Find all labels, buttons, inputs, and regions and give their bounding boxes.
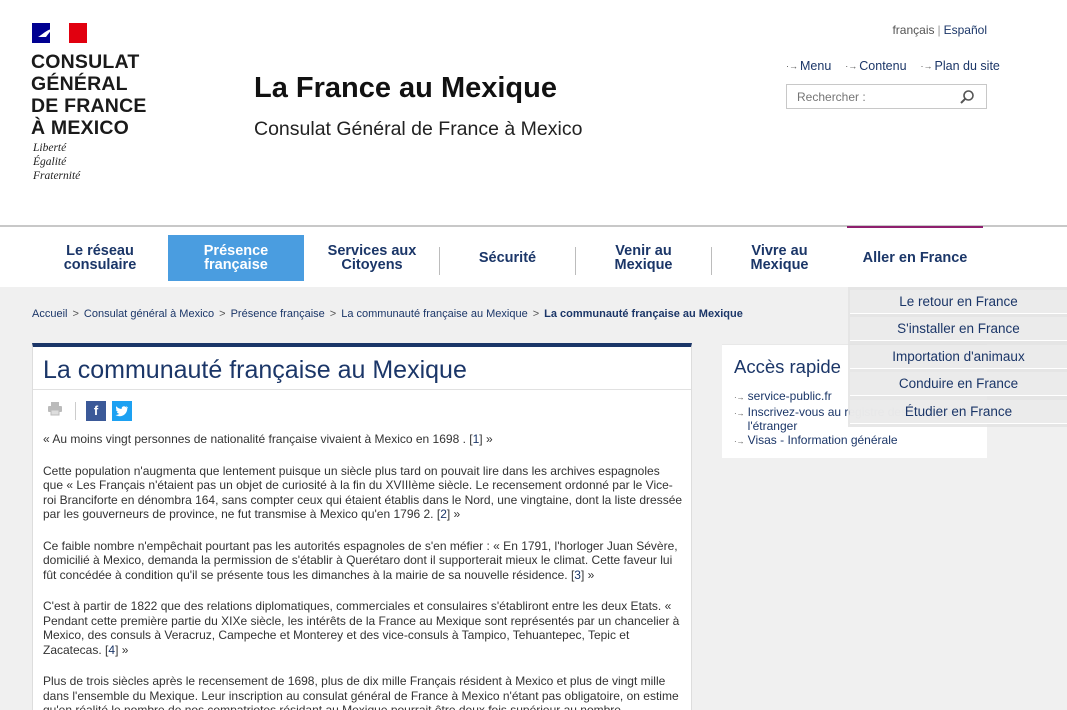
site-title[interactable]: La France au Mexique: [254, 72, 557, 105]
article-body: « Au moins vingt personnes de nationalit…: [43, 432, 683, 710]
breadcrumb: Accueil > Consulat général à Mexico > Prés…: [32, 308, 743, 320]
dropdown-item-etudier[interactable]: Étudier en France: [850, 400, 1067, 424]
paragraph: C'est à partir de 1822 que des relations…: [43, 599, 680, 657]
dropdown-item-installer[interactable]: S'installer en France: [850, 317, 1067, 341]
toolbar-separator: [75, 401, 76, 420]
paragraph: « Au moins vingt personnes de nationalit…: [43, 432, 493, 446]
arrow-icon: ·→: [920, 61, 933, 71]
site-header: CONSULAT GÉNÉRAL DE FRANCE À MEXICO Libe…: [0, 0, 1067, 225]
dropdown-item-animaux[interactable]: Importation d'animaux: [850, 345, 1067, 369]
quick-link-visas[interactable]: ·→ Visas - Information générale: [734, 433, 984, 449]
footnote-link[interactable]: 2: [440, 507, 447, 521]
site-subtitle: Consulat Général de France à Mexico: [254, 118, 583, 140]
marianne-icon: [38, 29, 52, 37]
org-name[interactable]: CONSULAT GÉNÉRAL DE FRANCE À MEXICO: [31, 51, 171, 139]
breadcrumb-current: La communauté française au Mexique: [544, 308, 743, 320]
print-icon: [48, 402, 62, 416]
main-nav: Le réseau consulaire Présence française Se…: [0, 225, 1067, 287]
lang-spanish[interactable]: Español: [944, 23, 987, 37]
arrow-icon: ·→: [845, 61, 858, 71]
search-icon: [960, 89, 974, 104]
access-link-menu[interactable]: ·→ Menu: [786, 59, 831, 73]
arrow-icon: ·→: [734, 437, 745, 446]
nav-item-securite[interactable]: Sécurité: [440, 235, 575, 281]
access-links: ·→ Menu ·→ Contenu ·→ Plan du site: [786, 59, 1000, 73]
title-divider: [33, 389, 691, 390]
nav-item-reseau-consulaire[interactable]: Le réseau consulaire: [32, 235, 168, 281]
search-input[interactable]: [787, 85, 952, 108]
nav-item-venir-mexique[interactable]: Venir au Mexique: [576, 235, 711, 281]
breadcrumb-link-home[interactable]: Accueil: [32, 308, 67, 320]
nav-item-aller-france[interactable]: Aller en France: [847, 226, 983, 288]
republic-motto: Liberté Égalité Fraternité: [33, 142, 81, 182]
arrow-icon: ·→: [734, 393, 745, 402]
lang-french[interactable]: français: [892, 23, 934, 37]
nav-item-presence-francaise[interactable]: Présence française: [168, 235, 304, 281]
page-title: La communauté française au Mexique: [43, 356, 467, 384]
quick-access-title: Accès rapide: [734, 356, 841, 377]
print-button[interactable]: [47, 400, 63, 421]
nav-item-vivre-mexique[interactable]: Vivre au Mexique: [712, 235, 847, 281]
share-toolbar: f: [47, 400, 132, 421]
dropdown-item-retour[interactable]: Le retour en France: [850, 290, 1067, 314]
paragraph: Plus de trois siècles après le recenseme…: [43, 674, 679, 710]
access-link-sitemap[interactable]: ·→ Plan du site: [921, 59, 1000, 73]
nav-item-services-citoyens[interactable]: Services aux Citoyens: [304, 235, 440, 281]
search-button[interactable]: [952, 85, 982, 108]
access-link-content[interactable]: ·→ Contenu: [845, 59, 906, 73]
paragraph: Ce faible nombre n'empêchait pourtant pa…: [43, 538, 678, 582]
language-switcher: français | Español: [892, 23, 987, 37]
twitter-icon[interactable]: [112, 400, 132, 421]
breadcrumb-link-communaute[interactable]: La communauté française au Mexique: [341, 308, 528, 320]
breadcrumb-link-consulat[interactable]: Consulat général à Mexico: [84, 308, 214, 320]
facebook-icon[interactable]: f: [86, 400, 106, 421]
paragraph: Cette population n'augmenta que lentemen…: [43, 463, 683, 522]
lang-separator: |: [937, 23, 941, 37]
arrow-icon: ·→: [786, 61, 798, 71]
arrow-icon: ·→: [734, 409, 745, 418]
dropdown-item-conduire[interactable]: Conduire en France: [850, 372, 1067, 396]
article: La communauté française au Mexique f « A…: [32, 343, 692, 710]
search-box: [786, 84, 987, 109]
breadcrumb-link-presence[interactable]: Présence française: [231, 308, 325, 320]
footnote-link[interactable]: 3: [574, 568, 581, 582]
nav-dropdown-aller-france: Le retour en France S'installer en Franc…: [848, 287, 1067, 427]
